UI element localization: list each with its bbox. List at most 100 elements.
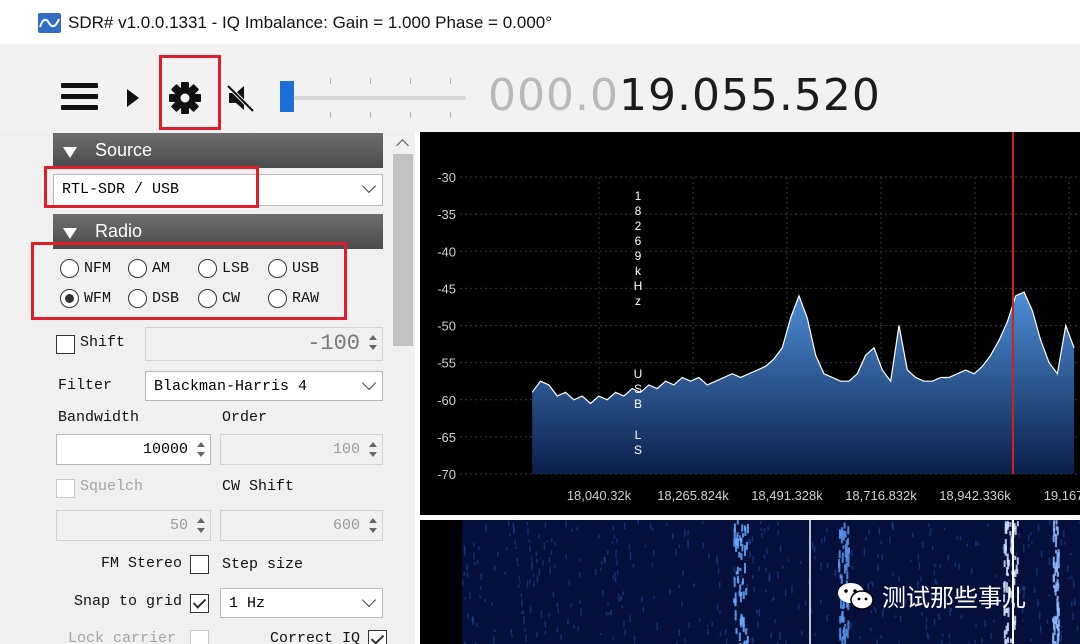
scroll-up-arrow-icon[interactable]: [396, 139, 409, 152]
y-tick-label: -45: [437, 281, 456, 296]
spectrum-analyzer[interactable]: -30 -35 -40 -45 -50 -55 -60 -65 -70 18,040.32k 18,…: [420, 132, 1080, 515]
waterfall-noise: [925, 617, 928, 623]
waterfall-noise: [517, 563, 519, 567]
waterfall-noise: [878, 527, 880, 535]
marker-label-char: L: [635, 428, 642, 442]
waterfall-signal-streak: [1009, 522, 1012, 527]
panel-scrollbar[interactable]: [391, 132, 415, 644]
waterfall-noise: [653, 596, 655, 599]
volume-slider[interactable]: [280, 78, 470, 118]
waterfall-noise: [779, 544, 782, 553]
waterfall-noise: [926, 632, 929, 639]
waterfall-noise: [548, 613, 550, 618]
waterfall-noise: [687, 539, 689, 548]
waterfall-noise: [898, 641, 900, 644]
waterfall-noise: [467, 613, 469, 619]
waterfall-noise: [752, 556, 755, 564]
waterfall-noise: [530, 557, 533, 560]
waterfall-signal-streak: [847, 620, 850, 630]
scrollbar-thumb[interactable]: [393, 154, 413, 346]
waterfall-noise: [1070, 600, 1073, 607]
waterfall-noise: [747, 539, 750, 545]
waterfall-noise: [876, 639, 878, 644]
spinner-icon[interactable]: [194, 438, 208, 462]
waterfall-noise: [763, 556, 766, 559]
waterfall-noise: [535, 551, 538, 557]
speaker-muted-icon[interactable]: [225, 82, 257, 114]
lock-carrier-checkbox[interactable]: [190, 630, 209, 644]
x-tick-label: 18,716.832k: [845, 488, 917, 503]
waterfall-noise: [751, 574, 754, 579]
hamburger-menu-icon[interactable]: [61, 83, 98, 111]
waterfall-display[interactable]: 测试那些事儿: [420, 520, 1080, 644]
mode-am-radio[interactable]: AM: [128, 259, 170, 278]
waterfall-noise: [940, 640, 943, 644]
waterfall-noise: [491, 602, 493, 607]
waterfall-noise: [749, 551, 751, 558]
mode-lsb-radio[interactable]: LSB: [198, 259, 249, 278]
waterfall-noise: [718, 581, 721, 588]
waterfall-noise: [516, 557, 519, 563]
filter-select[interactable]: Blackman-Harris 4: [145, 371, 383, 401]
waterfall-noise: [1060, 630, 1062, 635]
spinner-icon[interactable]: [194, 514, 208, 538]
waterfall-signal-streak: [843, 522, 846, 529]
source-section-header[interactable]: Source: [53, 133, 383, 168]
waterfall-noise: [518, 575, 521, 580]
control-panel: Source RTL-SDR / USB Radio NFM AM LSB US…: [0, 132, 415, 644]
step-size-select[interactable]: 1 Hz: [220, 588, 383, 618]
mode-raw-radio[interactable]: RAW: [268, 289, 319, 308]
correct-iq-checkbox[interactable]: [368, 630, 387, 644]
bandwidth-input[interactable]: 10000: [56, 434, 211, 465]
waterfall-noise: [766, 548, 768, 555]
frequency-display[interactable]: 000.019.055.520: [488, 70, 881, 121]
squelch-input[interactable]: 50: [56, 510, 211, 541]
cw-shift-input[interactable]: 600: [220, 510, 383, 541]
mode-nfm-radio[interactable]: NFM: [60, 259, 111, 278]
mode-wfm-radio[interactable]: WFM: [60, 289, 111, 308]
radio-dot: [198, 259, 217, 278]
waterfall-noise: [641, 596, 643, 603]
snap-to-grid-checkbox[interactable]: [190, 594, 209, 613]
waterfall-signal-streak: [736, 520, 739, 525]
mode-cw-radio[interactable]: CW: [198, 289, 240, 308]
squelch-checkbox[interactable]: [56, 479, 75, 498]
waterfall-noise: [687, 530, 689, 535]
mode-label: CW: [222, 290, 241, 307]
waterfall-noise: [777, 529, 779, 536]
mode-label: NFM: [84, 260, 112, 277]
marker-label-char: S: [634, 382, 642, 396]
waterfall-noise: [476, 623, 478, 627]
watermark-text: 测试那些事儿: [882, 584, 1026, 612]
waterfall-noise: [556, 627, 559, 632]
y-tick-label: -55: [437, 356, 456, 371]
spinner-icon[interactable]: [366, 331, 380, 355]
fm-stereo-checkbox[interactable]: [190, 555, 209, 574]
radio-dot-selected: [60, 289, 79, 308]
waterfall-noise: [580, 608, 582, 616]
waterfall-noise: [765, 568, 767, 573]
spinner-icon[interactable]: [366, 438, 380, 462]
waterfall-noise: [1036, 567, 1038, 576]
waterfall-noise: [768, 572, 771, 576]
volume-slider-thumb[interactable]: [280, 81, 294, 112]
waterfall-noise: [523, 616, 525, 625]
order-input[interactable]: 100: [220, 434, 383, 465]
waterfall-noise: [701, 520, 704, 525]
shift-checkbox[interactable]: [56, 335, 75, 354]
waterfall-noise: [918, 561, 921, 570]
waterfall-noise: [601, 561, 603, 565]
mode-dsb-radio[interactable]: DSB: [128, 289, 179, 308]
waterfall-noise: [820, 562, 822, 570]
y-tick-label: -30: [437, 170, 456, 185]
waterfall-signal-streak: [844, 634, 847, 644]
waterfall-noise: [925, 623, 928, 631]
shift-value-input[interactable]: -100: [145, 327, 383, 361]
play-icon[interactable]: [127, 89, 139, 107]
waterfall-noise: [984, 620, 986, 628]
spinner-icon[interactable]: [366, 514, 380, 538]
waterfall-noise: [954, 562, 957, 567]
mode-usb-radio[interactable]: USB: [268, 259, 319, 278]
waterfall-signal-streak: [1052, 622, 1055, 630]
waterfall-noise: [751, 535, 754, 543]
